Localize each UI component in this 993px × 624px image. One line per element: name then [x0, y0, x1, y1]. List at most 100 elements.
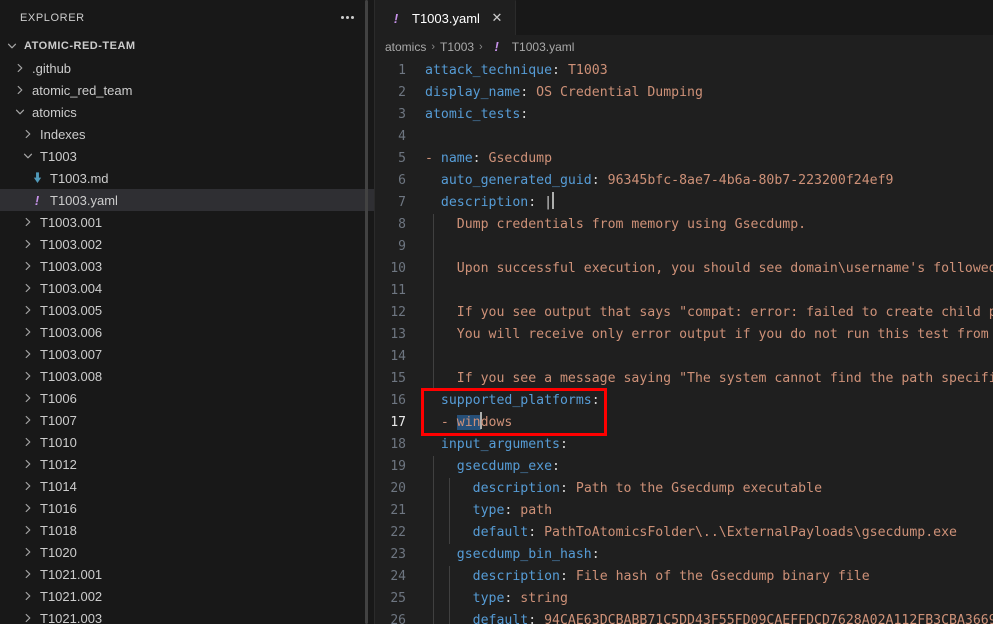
chevron-right-icon [20, 302, 36, 318]
vscode-window: EXPLORER ATOMIC-RED-TEAM .github atomic_re… [0, 0, 993, 624]
code-lines: 1 attack_technique: T1003 2 display_name: O… [375, 58, 993, 624]
tree-item-t1016[interactable]: T1016 [0, 497, 374, 519]
code-line: 14 [375, 346, 993, 368]
code-line-text: gsecdump_bin_hash: [417, 544, 993, 566]
indent-guide [432, 522, 434, 544]
tree-item-label: T1003.003 [40, 258, 103, 274]
indent-guide [448, 588, 450, 610]
yaml-file-icon: ! [34, 192, 40, 208]
tree-item-t1018[interactable]: T1018 [0, 519, 374, 541]
tab-t1003-yaml[interactable]: ! T1003.yaml ✕ [375, 0, 516, 35]
code-line-text: display_name: OS Credential Dumping [417, 82, 993, 104]
tree-item-atomics[interactable]: atomics [0, 101, 374, 123]
explorer-more-actions-icon[interactable] [337, 13, 358, 22]
line-number: 24 [390, 569, 406, 584]
tree-item-t1014[interactable]: T1014 [0, 475, 374, 497]
tree-item-t1010[interactable]: T1010 [0, 431, 374, 453]
code-line-text: - windows [417, 412, 993, 434]
line-number: 13 [390, 327, 406, 342]
code-token: PathToAtomicsFolder\..\ExternalPayloads\… [536, 525, 957, 540]
yaml-file-icon: ! [393, 10, 399, 26]
chevron-right-icon [20, 258, 36, 274]
sidebar-scrollbar[interactable] [365, 0, 368, 624]
tree-item-t1003-007[interactable]: T1003.007 [0, 343, 374, 365]
code-token: name [440, 151, 473, 166]
code-token: type [425, 591, 505, 606]
tree-item-t1021-001[interactable]: T1021.001 [0, 563, 374, 585]
code-token: OS Credential Dumping [528, 85, 703, 100]
tree-item-label: T1006 [40, 390, 77, 406]
code-line: 8 Dump credentials from memory using Gse… [375, 214, 993, 236]
breadcrumb-item-file[interactable]: ! T1003.yaml [488, 40, 575, 54]
close-icon[interactable]: ✕ [489, 10, 505, 26]
indent-guide [432, 478, 434, 500]
tree-item-t1007[interactable]: T1007 [0, 409, 374, 431]
code-token: Gsecdump [480, 151, 553, 166]
indent-guide [432, 214, 434, 236]
code-token: type [425, 503, 505, 518]
tree-item-label: T1007 [40, 412, 77, 428]
tree-item-t1012[interactable]: T1012 [0, 453, 374, 475]
tree-item-t1003-008[interactable]: T1003.008 [0, 365, 374, 387]
tree-item-t1003-002[interactable]: T1003.002 [0, 233, 374, 255]
tree-item-t1003-001[interactable]: T1003.001 [0, 211, 374, 233]
tree-item-label: T1003.yaml [50, 192, 118, 208]
tree-item-label: .github [32, 60, 72, 76]
code-line: 3 atomic_tests: [375, 104, 993, 126]
tree-item-t1021-002[interactable]: T1021.002 [0, 585, 374, 607]
code-line: 24 description: File hash of the Gsecdum… [375, 566, 993, 588]
tree-item-indexes[interactable]: Indexes [0, 123, 374, 145]
tree-item--github[interactable]: .github [0, 57, 374, 79]
tree-item-t1020[interactable]: T1020 [0, 541, 374, 563]
breadcrumb-item-t1003[interactable]: T1003 [440, 40, 474, 54]
code-token: File hash of the Gsecdump binary file [567, 569, 870, 584]
tree-item-t1003-005[interactable]: T1003.005 [0, 299, 374, 321]
breadcrumb: atomics › T1003 › ! T1003.yaml [375, 35, 993, 58]
code-line-text: Dump credentials from memory using Gsecd… [417, 214, 993, 236]
selected-text: win [456, 415, 481, 430]
code-line: 1 attack_technique: T1003 [375, 60, 993, 82]
tree-item-t1003-003[interactable]: T1003.003 [0, 255, 374, 277]
indent-guide [448, 500, 450, 522]
tree-item-t1003-006[interactable]: T1003.006 [0, 321, 374, 343]
chevron-right-icon [20, 588, 36, 604]
tree-item-atomic-red-team[interactable]: ATOMIC-RED-TEAM [0, 35, 374, 57]
tree-item-t1003-yaml[interactable]: ! T1003.yaml [0, 189, 374, 211]
code-line-text [417, 280, 993, 302]
code-line-text: You will receive only error output if yo… [417, 324, 993, 346]
code-token: Upon successful execution, you should se… [456, 261, 993, 276]
tree-item-label: T1010 [40, 434, 77, 450]
code-line: 12 If you see output that says "compat: … [375, 302, 993, 324]
line-number: 2 [398, 85, 406, 100]
code-line: 26 default: 94CAE63DCBABB71C5DD43F55FD09… [375, 610, 993, 624]
tree-item-label: T1021.002 [40, 588, 103, 604]
code-token: : [552, 63, 560, 78]
tree-item-t1021-003[interactable]: T1021.003 [0, 607, 374, 624]
code-line-text: description: | [417, 192, 993, 214]
indent-guide [432, 236, 434, 258]
breadcrumb-item-atomics[interactable]: atomics [385, 40, 426, 54]
markdown-file-icon [28, 172, 46, 184]
chevron-right-icon [20, 214, 36, 230]
explorer-title: EXPLORER [20, 11, 85, 24]
tree-item-atomic-red-team[interactable]: atomic_red_team [0, 79, 374, 101]
line-number: 12 [390, 305, 406, 320]
tree-item-label: T1003.005 [40, 302, 103, 318]
tree-item-t1003-004[interactable]: T1003.004 [0, 277, 374, 299]
tree-item-label: atomics [32, 104, 77, 120]
code-editor[interactable]: 1 attack_technique: T1003 2 display_name: O… [375, 58, 993, 624]
line-number: 10 [390, 261, 406, 276]
chevron-right-icon: › [479, 40, 483, 53]
tree-item-t1006[interactable]: T1006 [0, 387, 374, 409]
yaml-file-icon: ! [494, 39, 499, 54]
code-line-text: description: File hash of the Gsecdump b… [417, 566, 993, 588]
code-line: 7 description: | [375, 192, 993, 214]
line-number: 9 [398, 239, 406, 254]
breadcrumb-file-label: T1003.yaml [511, 39, 575, 54]
tree-item-t1003[interactable]: T1003 [0, 145, 374, 167]
tab-label: T1003.yaml [412, 10, 480, 26]
chevron-right-icon [20, 126, 36, 142]
tree-item-t1003-md[interactable]: T1003.md [0, 167, 374, 189]
tree-item-label: T1003.md [50, 170, 109, 186]
code-line: 21 type: path [375, 500, 993, 522]
